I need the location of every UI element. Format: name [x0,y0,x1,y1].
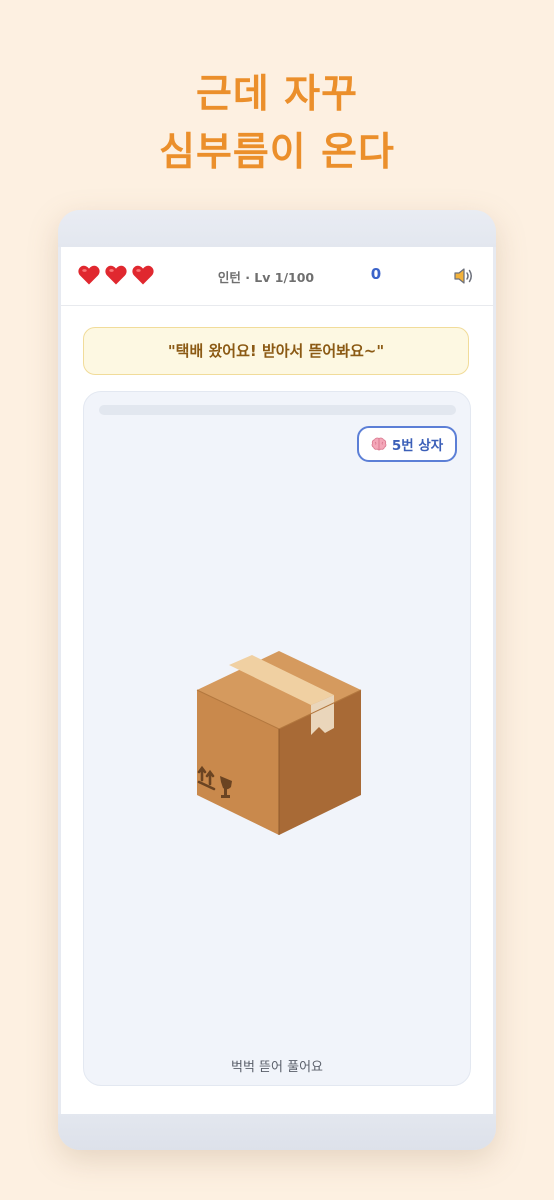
app-screen: 인턴 · Lv 1/100 0 "택배 왔어요! 받아서 뜯어봐요~" 5번 상… [61,247,493,1114]
speaker-icon[interactable] [453,266,475,286]
package-icon[interactable] [189,645,369,840]
box-count-badge: 5번 상자 [357,426,457,462]
score-counter: 0 [370,265,382,283]
level-label: 인턴 · Lv 1/100 [217,270,315,285]
phone-top-bezel [58,210,496,247]
promo-headline: 근데 자꾸 심부름이 온다 [0,66,554,182]
phone-bottom-bezel [58,1114,496,1150]
lives-indicator [77,263,155,287]
phone-frame: 인턴 · Lv 1/100 0 "택배 왔어요! 받아서 뜯어봐요~" 5번 상… [58,210,496,1150]
box-count-label: 5번 상자 [391,438,444,454]
heart-icon [78,265,100,285]
hint-text: 벅벅 뜯어 풀어요 [231,1060,323,1075]
game-area: 5번 상자 벅벅 뜯어 풀어요 [83,391,471,1086]
headline-line-2: 심부름이 온다 [159,130,395,175]
progress-bar [99,405,456,415]
headline-line-1: 근데 자꾸 [195,72,359,117]
heart-icon [132,265,154,285]
brain-icon [371,437,387,451]
status-bar: 인턴 · Lv 1/100 0 [61,247,493,306]
speech-bubble: "택배 왔어요! 받아서 뜯어봐요~" [83,327,469,375]
heart-icon [105,265,127,285]
